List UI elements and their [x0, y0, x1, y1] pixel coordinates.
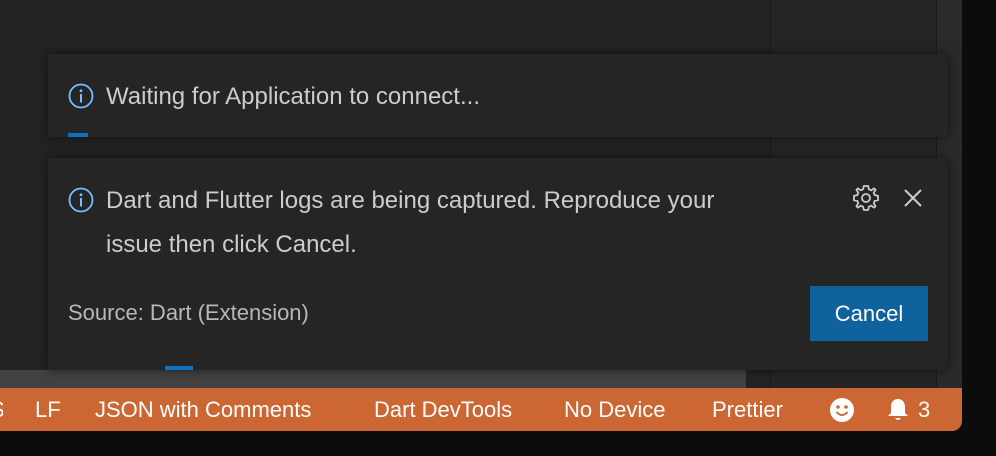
- status-prettier[interactable]: Prettier: [712, 388, 783, 431]
- notification-close-button[interactable]: [896, 183, 930, 217]
- progress-indicator: [68, 133, 88, 137]
- notification-message-line1: Dart and Flutter logs are being captured…: [106, 187, 715, 214]
- notification-message-line2: issue then click Cancel.: [106, 231, 357, 258]
- status-device[interactable]: No Device: [564, 388, 665, 431]
- notification-message: Waiting for Application to connect...: [106, 83, 480, 110]
- status-bar: S LF JSON with Comments Dart DevTools No…: [0, 388, 962, 431]
- notification-toast-logging: Dart and Flutter logs are being captured…: [48, 158, 948, 370]
- status-language-mode[interactable]: JSON with Comments: [95, 388, 311, 431]
- info-icon: [68, 83, 94, 109]
- notification-toast-connecting: Waiting for Application to connect...: [48, 54, 948, 137]
- progress-indicator: [165, 366, 193, 370]
- smiley-icon[interactable]: [829, 388, 855, 431]
- vscode-window: Waiting for Application to connect... Da…: [0, 0, 962, 431]
- notification-source: Source: Dart (Extension): [68, 300, 309, 325]
- notification-settings-button[interactable]: [849, 183, 883, 217]
- gear-icon: [851, 183, 881, 218]
- status-line-ending[interactable]: LF: [35, 388, 61, 431]
- bell-icon[interactable]: [886, 388, 910, 431]
- horizontal-scrollbar[interactable]: [0, 370, 746, 388]
- status-overflow-edge: S: [0, 388, 3, 431]
- notification-count[interactable]: 3: [918, 388, 930, 431]
- status-dart-devtools[interactable]: Dart DevTools: [374, 388, 512, 431]
- info-icon: [68, 187, 94, 213]
- cancel-button[interactable]: Cancel: [810, 286, 928, 341]
- close-icon: [902, 187, 924, 214]
